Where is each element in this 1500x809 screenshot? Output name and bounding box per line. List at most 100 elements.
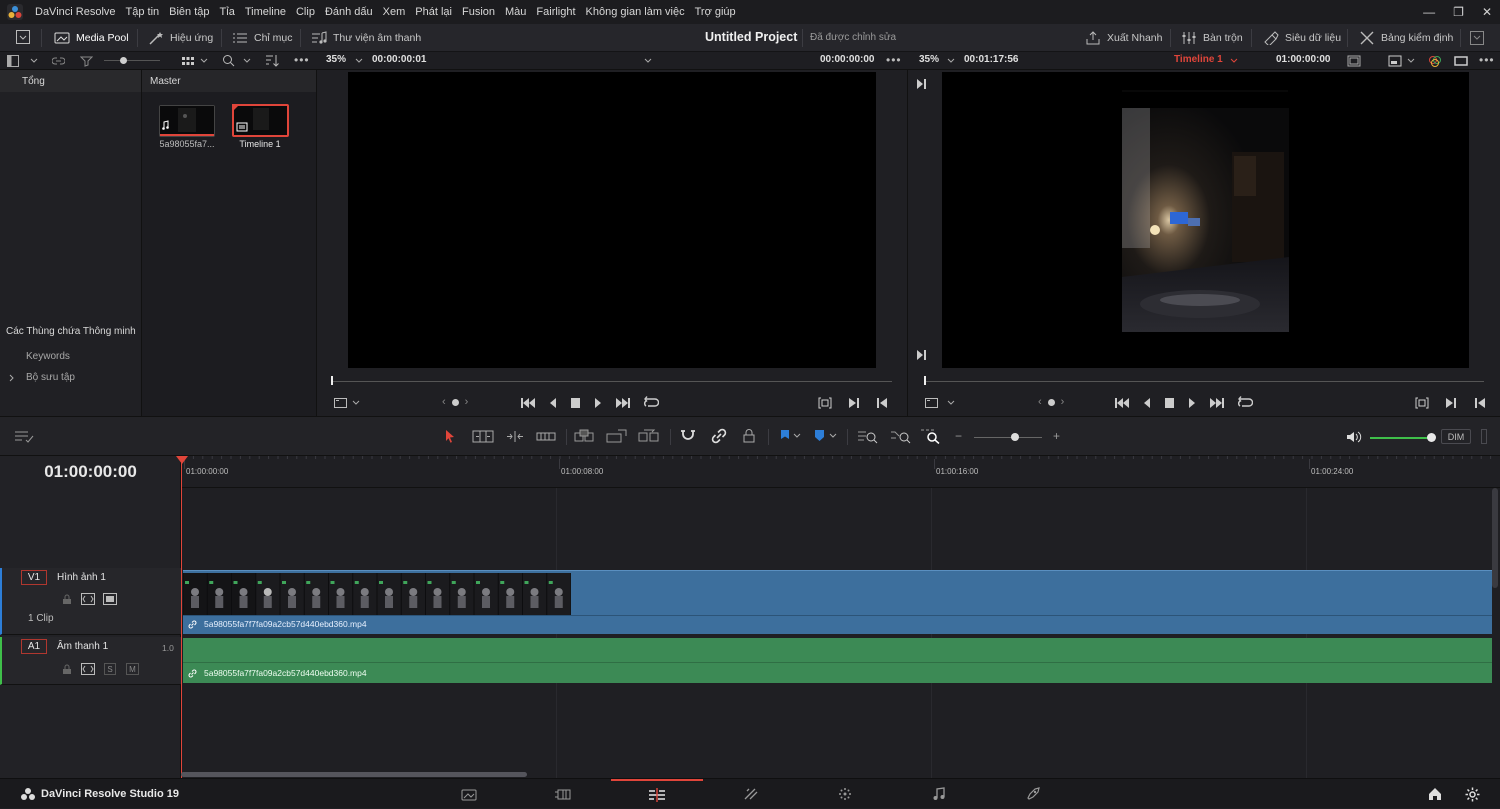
edit-page-button[interactable]	[611, 779, 703, 809]
program-loop-icon[interactable]	[1237, 396, 1253, 409]
blade-tool-icon[interactable]	[536, 430, 556, 443]
program-prev-edit-icon[interactable]	[1474, 397, 1486, 409]
timeline-timecode[interactable]: 01:00:00:00	[0, 456, 181, 488]
source-options-icon[interactable]: •••	[886, 53, 902, 67]
effects-button[interactable]: Hiệu ứng	[148, 31, 213, 45]
source-next-edit-icon[interactable]	[848, 397, 860, 409]
program-play-reverse-icon[interactable]	[1142, 397, 1152, 409]
chevron-down-icon[interactable]	[30, 58, 38, 64]
settings-gear-icon[interactable]	[1465, 787, 1480, 802]
menu-edit[interactable]: Biên tập	[164, 6, 214, 18]
overlay-chevron-icon[interactable]	[1407, 58, 1415, 64]
video-clip[interactable]: 5a98055fa7f7fa09a2cb57d440ebd360.mp4	[183, 570, 1492, 634]
color-scope-icon[interactable]	[1428, 54, 1442, 68]
thumbnail-size-handle[interactable]	[120, 57, 127, 64]
menu-view[interactable]: Xem	[378, 6, 411, 18]
audio-track-label[interactable]: A1	[21, 639, 47, 654]
restore-icon[interactable]: ❐	[1453, 5, 1464, 19]
index-button[interactable]: Chỉ mục	[232, 31, 293, 45]
timeline-thumbnail[interactable]	[232, 104, 289, 137]
thumbnail-size-slider[interactable]	[104, 60, 160, 61]
menu-color[interactable]: Màu	[500, 6, 531, 18]
program-view-options-icon[interactable]	[925, 397, 957, 409]
audio-track-name[interactable]: Âm thanh 1	[57, 641, 108, 652]
sound-library-button[interactable]: Thư viện âm thanh	[311, 31, 421, 45]
program-stop-icon[interactable]	[1164, 397, 1175, 409]
menu-workspace[interactable]: Không gian làm việc	[581, 6, 690, 18]
program-zoom-chevron-icon[interactable]	[947, 58, 955, 64]
viewer-in-marker-icon[interactable]	[915, 78, 927, 90]
panel-toggle-icon[interactable]	[16, 30, 30, 44]
program-jog-control[interactable]: ‹ ›	[1038, 396, 1064, 408]
zoom-detail-icon[interactable]	[890, 429, 912, 444]
sidebar-toggle-icon[interactable]	[7, 55, 19, 67]
keywords-item[interactable]: Keywords	[26, 351, 70, 362]
menu-file[interactable]: Tập tin	[121, 6, 165, 18]
dim-button[interactable]: DIM	[1441, 429, 1471, 444]
volume-icon[interactable]	[1346, 430, 1362, 444]
audio-meter-toggle[interactable]	[1481, 429, 1487, 444]
jump-to-start-icon[interactable]	[520, 397, 536, 409]
menu-playback[interactable]: Phát lại	[410, 6, 457, 18]
audio-auto-select-icon[interactable]	[81, 663, 95, 675]
video-track-name[interactable]: Hình ảnh 1	[57, 572, 106, 583]
track-lock-icon[interactable]	[62, 594, 72, 605]
zoom-custom-icon[interactable]	[920, 428, 942, 444]
menu-trim[interactable]: Tỉa	[215, 6, 240, 18]
view-mode-chevron-icon[interactable]	[200, 58, 208, 64]
source-clip-chevron-icon[interactable]	[644, 58, 652, 64]
flag-icon[interactable]	[779, 429, 801, 443]
single-viewer-icon[interactable]	[1454, 55, 1468, 67]
chevron-right-icon[interactable]	[9, 374, 15, 382]
video-track-label[interactable]: V1	[21, 570, 47, 585]
audio-track-header[interactable]: A1 Âm thanh 1 1.0 S M	[0, 637, 181, 685]
program-zoom[interactable]: 35%	[919, 54, 939, 65]
timeline-chevron-icon[interactable]	[1230, 58, 1238, 64]
selection-tool-icon[interactable]	[444, 429, 456, 444]
zoom-slider[interactable]	[974, 437, 1042, 438]
menu-timeline[interactable]: Timeline	[240, 6, 291, 18]
stop-icon[interactable]	[570, 397, 581, 409]
program-jump-to-end-icon[interactable]	[1209, 397, 1225, 409]
source-view-options-icon[interactable]	[334, 397, 362, 409]
timeline-playhead-handle[interactable]	[176, 456, 188, 464]
source-prev-edit-icon[interactable]	[876, 397, 888, 409]
link-bins-icon[interactable]	[52, 55, 65, 67]
zoom-full-icon[interactable]	[857, 429, 879, 444]
video-track-header[interactable]: V1 Hình ảnh 1 1 Clip	[0, 568, 181, 635]
audio-track-lock-icon[interactable]	[62, 664, 72, 675]
source-screen[interactable]	[348, 72, 876, 368]
program-screen[interactable]	[942, 72, 1469, 368]
menu-fairlight[interactable]: Fairlight	[531, 6, 580, 18]
timeline-view-options-icon[interactable]	[14, 430, 36, 444]
media-pool-button[interactable]: Media Pool	[54, 31, 129, 45]
quick-export-button[interactable]: Xuất Nhanh	[1085, 31, 1162, 45]
color-page-button[interactable]	[799, 779, 891, 809]
solo-button[interactable]: S	[104, 663, 116, 675]
menu-help[interactable]: Trợ giúp	[690, 6, 741, 18]
grid-view-icon[interactable]	[181, 55, 195, 67]
source-zoom-chevron-icon[interactable]	[355, 58, 363, 64]
source-playhead[interactable]	[331, 376, 333, 385]
fusion-page-button[interactable]	[705, 779, 797, 809]
replace-clip-icon[interactable]	[638, 429, 660, 444]
menu-fusion[interactable]: Fusion	[457, 6, 500, 18]
program-scrubber[interactable]	[924, 381, 1484, 382]
mute-button[interactable]: M	[126, 663, 139, 675]
zoom-out-icon[interactable]: −	[955, 429, 962, 443]
match-frame-icon[interactable]	[818, 397, 832, 409]
volume-slider-handle[interactable]	[1427, 433, 1436, 442]
snapping-icon[interactable]	[680, 428, 696, 444]
trim-tool-icon[interactable]	[472, 430, 494, 443]
toolbar-expand-icon[interactable]	[1470, 31, 1484, 45]
viewer-mode-icon[interactable]	[1347, 55, 1361, 67]
marker-icon[interactable]	[813, 429, 837, 443]
inspector-button[interactable]: Bảng kiểm định	[1359, 31, 1453, 45]
overlay-icon[interactable]	[1388, 55, 1402, 67]
deliver-page-button[interactable]	[987, 779, 1079, 809]
volume-slider[interactable]	[1370, 437, 1432, 439]
source-zoom[interactable]: 35%	[326, 54, 346, 65]
play-reverse-icon[interactable]	[548, 397, 558, 409]
video-enable-icon[interactable]	[103, 593, 117, 605]
timeline-name[interactable]: Timeline 1	[1174, 54, 1223, 65]
